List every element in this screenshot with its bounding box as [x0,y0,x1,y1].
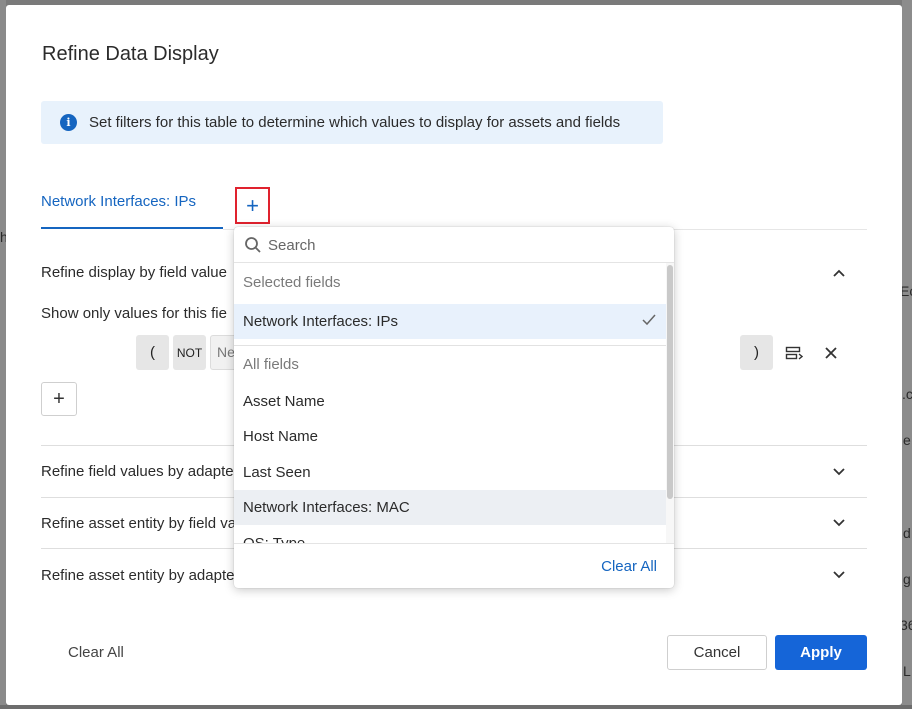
duplicate-condition-icon[interactable] [785,344,803,362]
list-item-os-type[interactable]: OS: Type [234,526,666,543]
dropdown-footer: Clear All [234,543,674,588]
background-text: L [903,663,911,679]
not-toggle[interactable]: NOT [173,335,206,370]
background-bottom-strip [0,705,912,709]
cancel-button[interactable]: Cancel [667,635,767,670]
all-fields-header: All fields [243,356,299,373]
background-text: .c [902,386,912,402]
chevron-down-icon[interactable] [832,568,846,582]
background-text: d [903,525,911,541]
list-item-network-interfaces-mac[interactable]: Network Interfaces: MAC [234,490,666,525]
chevron-down-icon[interactable] [832,465,846,479]
clear-all-button[interactable]: Clear All [68,644,124,661]
info-banner-text: Set filters for this table to determine … [89,114,621,131]
group-divider [234,345,666,346]
modal-title: Refine Data Display [42,43,219,65]
chevron-up-icon[interactable] [832,266,846,280]
field-picker-dropdown: Selected fields Network Interfaces: IPs … [234,227,674,588]
search-icon [245,237,261,253]
selected-fields-header: Selected fields [243,274,341,291]
checkmark-icon [642,314,656,326]
list-item-label: Network Interfaces: IPs [243,313,399,330]
search-input[interactable] [268,234,658,256]
list-item-last-seen[interactable]: Last Seen [234,455,666,490]
chevron-down-icon[interactable] [832,516,846,530]
list-item-host-name[interactable]: Host Name [234,419,666,454]
add-field-button[interactable]: + [235,187,270,224]
dropdown-scrollbar[interactable] [666,263,674,543]
background-text: g [903,571,911,587]
background-right-strip [902,0,912,709]
section-entity-by-field[interactable]: Refine asset entity by field va [41,515,236,532]
dropdown-search-bar [234,227,674,263]
section-entity-by-adapter[interactable]: Refine asset entity by adapte [41,567,234,584]
tab-network-interfaces-ips[interactable]: Network Interfaces: IPs [41,193,196,210]
background-text: e [903,432,911,448]
info-icon: i [60,114,77,131]
info-banner: i Set filters for this table to determin… [41,101,663,144]
add-condition-button[interactable]: + [41,382,77,416]
open-paren-toggle[interactable]: ( [136,335,169,370]
dropdown-clear-all-button[interactable]: Clear All [601,558,657,575]
remove-condition-icon[interactable] [822,344,840,362]
show-only-label: Show only values for this fie [41,305,227,322]
apply-button[interactable]: Apply [775,635,867,670]
list-item-asset-name[interactable]: Asset Name [234,384,666,419]
list-item-selected-field[interactable]: Network Interfaces: IPs [234,304,666,339]
section-refine-by-field-value[interactable]: Refine display by field value [41,264,227,281]
close-paren-toggle[interactable]: ) [740,335,773,370]
section-refine-by-adapter[interactable]: Refine field values by adapte [41,463,234,480]
scrollbar-thumb[interactable] [667,265,673,499]
field-list: Selected fields Network Interfaces: IPs … [234,263,666,543]
active-tab-indicator [41,227,223,229]
